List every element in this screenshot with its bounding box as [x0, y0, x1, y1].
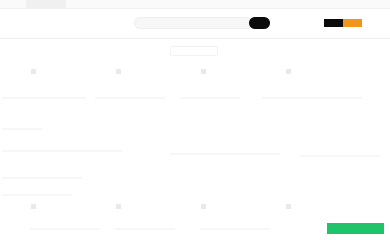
search-input[interactable]	[135, 18, 251, 28]
product-title-line	[2, 150, 122, 152]
product-image-placeholder	[31, 69, 36, 74]
product-title-line	[170, 153, 280, 155]
brand-logo-orange-block	[343, 19, 362, 27]
product-card[interactable]	[254, 62, 334, 118]
product-image-placeholder	[31, 204, 36, 209]
product-title-line	[200, 228, 270, 230]
product-title-line	[262, 97, 362, 99]
active-tab[interactable]	[26, 0, 66, 8]
brand-logo-black-block	[324, 19, 343, 27]
search-field[interactable]	[134, 17, 252, 29]
product-title-line	[95, 97, 165, 99]
product-title-line	[115, 228, 175, 230]
product-image-placeholder	[116, 204, 121, 209]
product-image-placeholder	[286, 69, 291, 74]
brand-logo[interactable]	[324, 19, 362, 27]
category-chip[interactable]	[170, 46, 218, 56]
product-title-line	[30, 228, 100, 230]
product-image-placeholder	[201, 69, 206, 74]
product-card[interactable]	[2, 62, 82, 118]
product-image-placeholder	[286, 204, 291, 209]
product-title-line	[2, 97, 86, 99]
search-button[interactable]	[249, 17, 270, 29]
product-price-line	[2, 194, 72, 196]
product-card[interactable]	[170, 62, 250, 118]
product-title-line	[300, 155, 380, 157]
product-price-line	[2, 177, 82, 179]
product-image-placeholder	[201, 204, 206, 209]
product-image-placeholder	[116, 69, 121, 74]
product-title-line	[180, 97, 240, 99]
product-card[interactable]	[86, 62, 166, 118]
product-price-line	[2, 128, 42, 130]
browser-top-strip	[0, 0, 390, 9]
add-to-cart-button[interactable]	[327, 223, 384, 234]
